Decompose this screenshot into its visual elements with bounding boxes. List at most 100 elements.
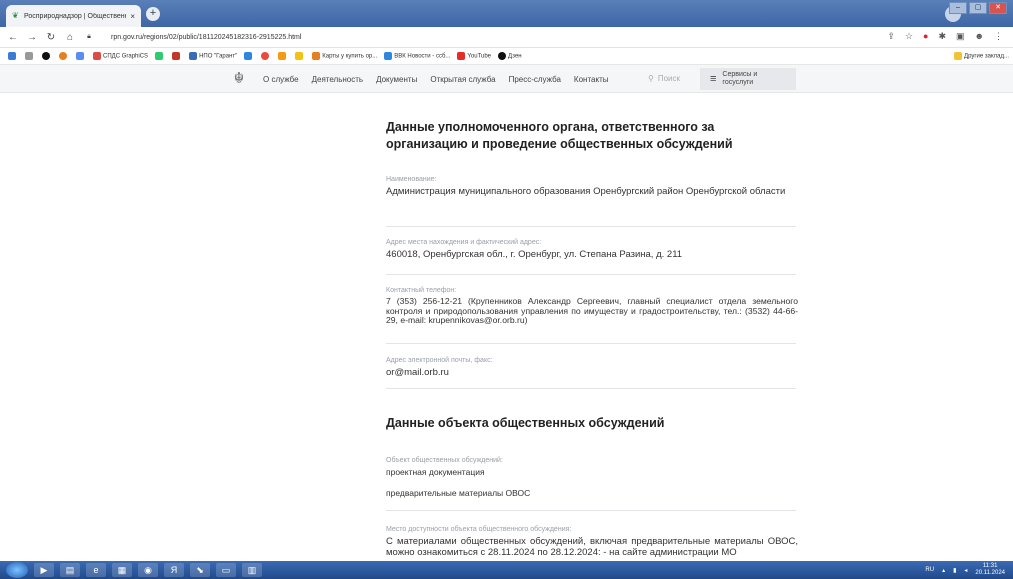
field-address: Адрес места нахождения и фактический адр… [386,239,798,260]
back-icon[interactable]: ← [8,32,18,43]
field-value: С материалами общественных обсуждений, в… [386,536,798,558]
media-player-icon[interactable]: ▶ [34,563,54,577]
forward-icon[interactable]: → [27,32,37,43]
divider [386,274,796,275]
field-label: Адрес места нахождения и фактический адр… [386,239,542,246]
dzen-icon [498,52,506,60]
leaf-icon: ❦ [12,11,19,20]
extension-icon[interactable]: ● [923,31,928,42]
document-icon[interactable]: ▥ [242,563,262,577]
bookmarks-bar: СПДС GraphiCS НПО "Гарант" Карты у купит… [0,48,1013,65]
bookmark-item[interactable]: YouTube [457,52,491,60]
site-header: ☬ О службе Деятельность Документы Открыт… [0,65,1013,93]
field-name: Наименование: Администрация муниципально… [386,176,798,197]
page-content: Данные уполномоченного органа, ответстве… [0,93,1013,561]
bookmark-item[interactable]: ВВК Новости - ссб... [384,52,450,60]
bookmark-item[interactable]: НПО "Гарант" [189,52,237,60]
bookmark-item[interactable]: СПДС GraphiCS [93,52,148,60]
pdf-icon[interactable]: ⬊ [190,563,210,577]
menu-icon: ≡ [710,73,717,85]
lock-icon[interactable]: 🔒︎ [84,33,94,41]
sidebar-icon[interactable]: ▣ [956,31,965,42]
profile-icon[interactable]: ☻ [975,31,984,42]
chrome-icon[interactable]: ◉ [138,563,158,577]
menu-item-about[interactable]: О службе [263,75,299,84]
menu-item-contacts[interactable]: Контакты [574,75,609,84]
menu-dots-icon[interactable]: ⋮ [994,31,1003,42]
bookmark-icon [312,52,321,60]
window-controls: – ▢ ✕ [949,2,1007,14]
field-phone: Контактный телефон: 7 (353) 256-12-21 (К… [386,287,798,326]
bookmark-icon [384,52,393,60]
bookmark-icon[interactable] [155,52,164,60]
field-label: Контактный телефон: [386,287,457,294]
bookmark-icon[interactable] [261,52,270,60]
section-title-authority: Данные уполномоченного органа, ответстве… [386,120,733,151]
field-label: Наименование: [386,176,437,183]
emblem-logo[interactable]: ☬ [230,69,248,89]
maximize-button[interactable]: ▢ [969,2,987,14]
window-close-button[interactable]: ✕ [989,2,1007,14]
date: 20.11.2024 [975,570,1005,576]
folder-icon[interactable]: ▭ [216,563,236,577]
time: 11:31 [982,563,998,569]
url-field[interactable]: rpn.gov.ru/regions/02/public/18112024518… [111,34,301,41]
close-tab-icon[interactable]: × [130,12,135,21]
home-icon[interactable]: ⌂ [65,32,75,43]
address-bar: ← → ↻ ⌂ 🔒︎ rpn.gov.ru/regions/02/public/… [0,27,1013,48]
browser-tab[interactable]: ❦ Росприроднадзор | Общественн... × [6,5,141,27]
network-icon[interactable]: ▮ [953,567,956,574]
minimize-button[interactable]: – [949,2,967,14]
puzzle-icon[interactable]: ✱ [938,31,946,42]
yandex-icon[interactable]: Я [164,563,184,577]
folder-icon [954,52,962,60]
bookmark-item[interactable]: Карты у купить ор... [312,52,377,60]
services-label: Сервисы и госуслуги [722,71,758,86]
search-button[interactable]: ⚲ Поиск [648,74,680,83]
field-label: Объект общественных обсуждений: [386,457,503,464]
menu-item-activity[interactable]: Деятельность [312,75,364,84]
search-icon: ⚲ [648,74,654,83]
bookmark-item[interactable]: Дзен [498,52,522,60]
field-object: Объект общественных обсуждений: проектна… [386,457,798,499]
ie-icon[interactable]: e [86,563,106,577]
bookmark-icon[interactable] [172,52,181,60]
other-bookmarks[interactable]: Другие заклад... [954,52,1009,60]
star-icon[interactable]: ☆ [905,31,913,42]
menu-item-documents[interactable]: Документы [376,75,417,84]
divider [386,343,796,344]
bookmark-icon [189,52,198,60]
section-title-object: Данные объекта общественных обсуждений [386,416,665,430]
bookmark-icon[interactable] [244,52,253,60]
bookmark-icon[interactable] [42,52,50,60]
divider [386,226,796,227]
start-button[interactable] [6,562,28,578]
menu-item-press[interactable]: Пресс-служба [509,75,561,84]
field-value: предварительные материалы ОВОС [386,488,531,498]
new-tab-button[interactable]: + [146,7,160,21]
browser-titlebar: ❦ Росприроднадзор | Общественн... × + – … [0,0,1013,27]
bookmark-icon[interactable] [59,52,67,60]
bookmark-icon[interactable] [295,52,304,60]
bookmark-icon[interactable] [8,52,16,60]
services-button[interactable]: ≡ Сервисы и госуслуги [700,68,796,90]
toolbar-icons: ⇪ ☆ ● ✱ ▣ ☻ ⋮ [887,31,1003,42]
clock[interactable]: 11:31 20.11.2024 [975,563,1005,577]
bookmark-icon[interactable] [25,52,33,60]
volume-icon[interactable]: ◂ [964,567,967,574]
reload-icon[interactable]: ↻ [46,32,56,43]
divider [386,388,796,389]
language-indicator[interactable]: RU [925,567,934,573]
tab-title: Росприроднадзор | Общественн... [24,12,127,20]
field-value: проектная документация [386,467,485,477]
bookmark-icon[interactable] [76,52,84,60]
field-value: 460018, Оренбургская обл., г. Оренбург, … [386,249,683,260]
menu-item-open-service[interactable]: Открытая служба [430,75,495,84]
share-icon[interactable]: ⇪ [887,31,895,42]
explorer-icon[interactable]: ▤ [60,563,80,577]
tray-arrow-icon[interactable]: ▴ [942,567,945,574]
bookmark-icon[interactable] [278,52,287,60]
files-icon[interactable]: ▦ [112,563,132,577]
field-value: Администрация муниципального образования… [386,186,786,197]
field-email: Адрес электронной почты, факс: or@mail.o… [386,357,798,378]
